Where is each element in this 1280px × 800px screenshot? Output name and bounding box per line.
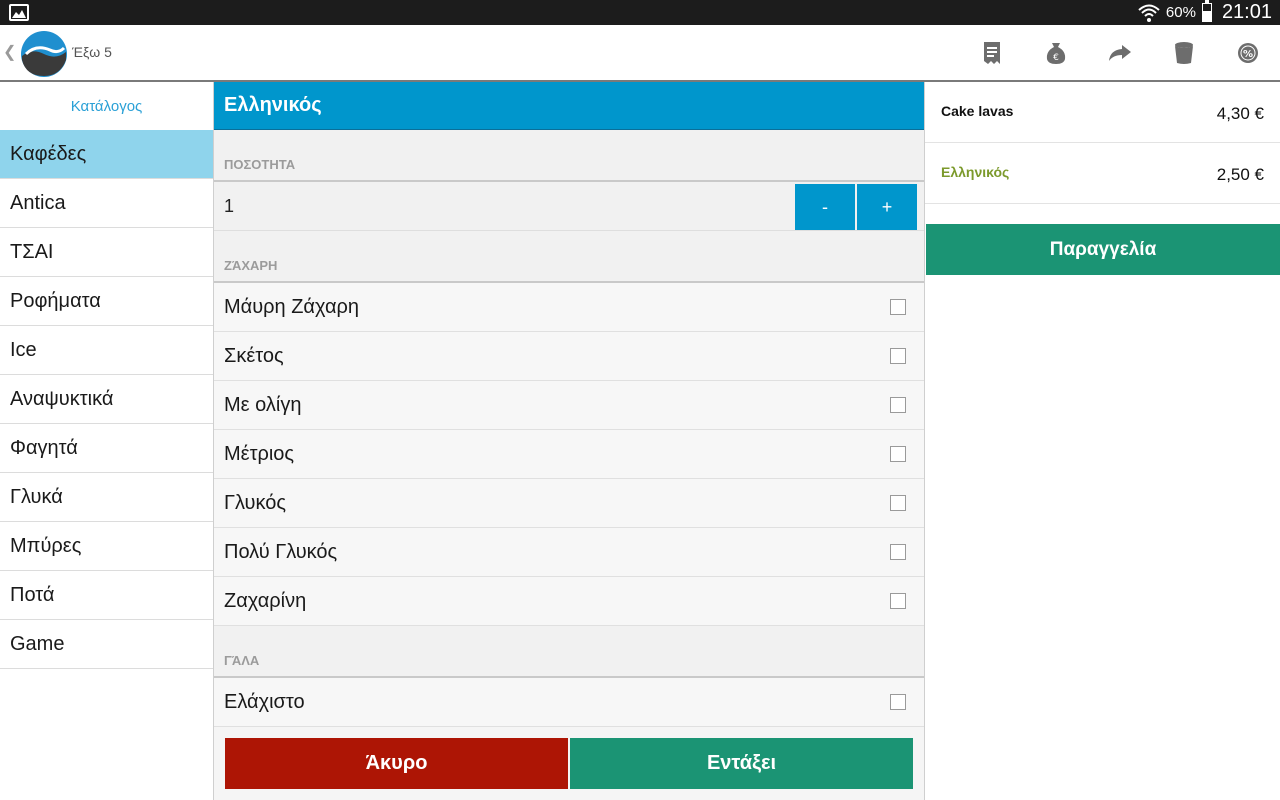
option-label: Ζαχαρίνη xyxy=(224,589,307,612)
gallery-icon xyxy=(9,4,29,21)
category-item-beers[interactable]: Μπύρες xyxy=(0,522,213,571)
order-line[interactable]: Ελληνικός 2,50 € xyxy=(925,143,1280,204)
order-panel: Cake lavas 4,30 € Ελληνικός 2,50 € Παραγ… xyxy=(925,82,1280,800)
quantity-section-label: ΠΟΣΟΤΗΤΑ xyxy=(214,130,924,182)
category-item-antica[interactable]: Antica xyxy=(0,179,213,228)
order-item-name: Cake lavas xyxy=(941,103,1014,119)
option-checkbox[interactable] xyxy=(890,593,906,609)
category-item-coffees[interactable]: Καφέδες xyxy=(0,130,213,179)
svg-text:%: % xyxy=(1243,49,1253,60)
option-checkbox[interactable] xyxy=(890,397,906,413)
category-item-tea[interactable]: ΤΣΑΙ xyxy=(0,228,213,277)
option-row[interactable]: Με ολίγη xyxy=(214,381,924,430)
order-item-price: 4,30 € xyxy=(1216,104,1264,123)
option-row[interactable]: Μάυρη Ζάχαρη xyxy=(214,283,924,332)
option-label: Με ολίγη xyxy=(224,393,302,416)
option-checkbox[interactable] xyxy=(890,348,906,364)
discount-icon[interactable]: % xyxy=(1216,25,1280,80)
option-label: Μέτριος xyxy=(224,442,295,465)
option-row[interactable]: Ελάχιστο xyxy=(214,678,924,727)
option-row[interactable]: Πολύ Γλυκός xyxy=(214,528,924,577)
sugar-section-label: ΖΆΧΑΡΗ xyxy=(214,231,924,283)
back-chevron-icon[interactable]: ❮ xyxy=(3,42,16,62)
category-sidebar: Κατάλογος Καφέδες Antica ΤΣΑΙ Ροφήματα I… xyxy=(0,82,214,800)
option-checkbox[interactable] xyxy=(890,299,906,315)
order-item-price: 2,50 € xyxy=(1216,165,1264,184)
catalog-header[interactable]: Κατάλογος xyxy=(0,82,213,130)
forward-icon[interactable] xyxy=(1088,25,1152,80)
table-title: Έξω 5 xyxy=(72,44,112,60)
quantity-row: 1 - + xyxy=(214,182,924,231)
option-label: Γλυκός xyxy=(224,491,286,514)
milk-section-label: ΓΆΛΑ xyxy=(214,626,924,678)
action-bar: ❮ Έξω 5 € % xyxy=(0,25,1280,82)
option-label: Πολύ Γλυκός xyxy=(224,540,338,563)
option-row[interactable]: Μέτριος xyxy=(214,430,924,479)
svg-text:€: € xyxy=(1053,53,1059,63)
status-bar: 60% 21:01 xyxy=(0,0,1280,25)
cancel-button[interactable]: Άκυρο xyxy=(225,738,568,789)
option-checkbox[interactable] xyxy=(890,544,906,560)
category-item-game[interactable]: Game xyxy=(0,620,213,669)
option-label: Μάυρη Ζάχαρη xyxy=(224,295,360,318)
option-label: Σκέτος xyxy=(224,344,284,367)
receipt-icon[interactable] xyxy=(960,25,1024,80)
decrease-quantity-button[interactable]: - xyxy=(795,184,855,230)
order-item-name: Ελληνικός xyxy=(941,164,1010,180)
option-label: Ελάχιστο xyxy=(224,690,305,713)
place-order-button[interactable]: Παραγγελία xyxy=(926,224,1280,275)
app-logo[interactable] xyxy=(20,30,68,78)
quantity-input[interactable]: 1 xyxy=(224,196,234,217)
option-row[interactable]: Ζαχαρίνη xyxy=(214,577,924,626)
product-title: Ελληνικός xyxy=(214,82,924,130)
category-item-sweets[interactable]: Γλυκά xyxy=(0,473,213,522)
category-item-soft-drinks[interactable]: Αναψυκτικά xyxy=(0,375,213,424)
order-line[interactable]: Cake lavas 4,30 € xyxy=(925,82,1280,143)
category-item-ice[interactable]: Ice xyxy=(0,326,213,375)
product-options-panel: Ελληνικός ΠΟΣΟΤΗΤΑ 1 - + ΖΆΧΑΡΗ Μάυρη Ζά… xyxy=(214,82,925,800)
ok-button[interactable]: Εντάξει xyxy=(570,738,913,789)
option-row[interactable]: Σκέτος xyxy=(214,332,924,381)
category-item-beverages[interactable]: Ροφήματα xyxy=(0,277,213,326)
increase-quantity-button[interactable]: + xyxy=(857,184,917,230)
option-checkbox[interactable] xyxy=(890,495,906,511)
battery-percent: 60% xyxy=(1165,4,1196,21)
category-item-drinks[interactable]: Ποτά xyxy=(0,571,213,620)
option-checkbox[interactable] xyxy=(890,446,906,462)
wifi-icon xyxy=(1138,4,1160,22)
option-checkbox[interactable] xyxy=(890,694,906,710)
money-bag-icon[interactable]: € xyxy=(1024,25,1088,80)
battery-icon xyxy=(1201,0,1212,22)
trash-bin-icon[interactable] xyxy=(1152,25,1216,80)
clock: 21:01 xyxy=(1221,1,1272,23)
option-row[interactable]: Γλυκός xyxy=(214,479,924,528)
category-item-food[interactable]: Φαγητά xyxy=(0,424,213,473)
